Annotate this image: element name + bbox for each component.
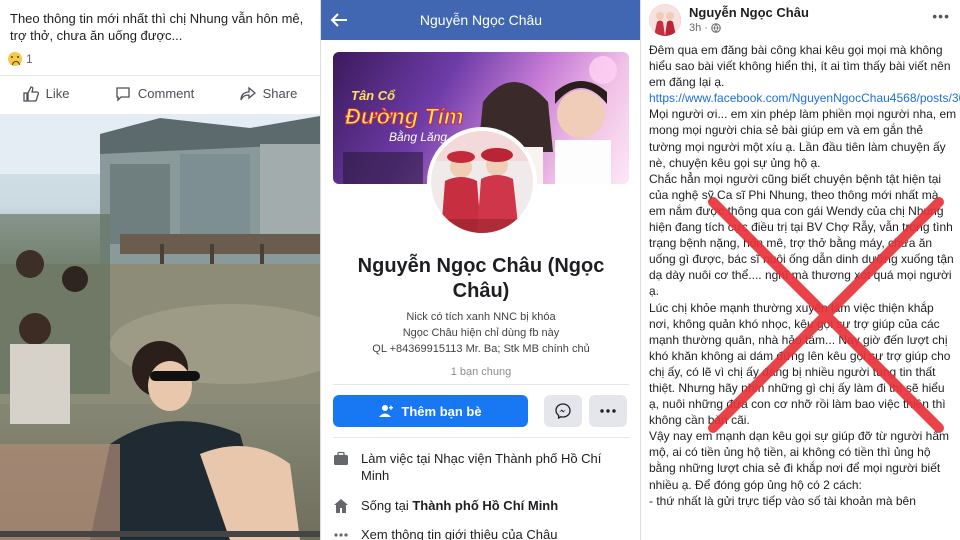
cover-title-line2: Đường Tím	[344, 104, 464, 130]
post-paragraph: Lúc chị khỏe mạnh thường xuyên làm việc …	[649, 300, 951, 428]
ellipsis-icon	[600, 409, 616, 413]
post-photo[interactable]	[0, 114, 320, 540]
comment-icon	[116, 86, 130, 102]
crossed-post-panel: Nguyễn Ngọc Châu 3h · ••• Đêm qua em đăn…	[640, 0, 960, 540]
cover-title-line3: Bằng Lăng	[389, 130, 448, 144]
more-options-button[interactable]	[589, 395, 627, 427]
author-avatar[interactable]	[649, 4, 681, 36]
comment-label: Comment	[137, 86, 195, 101]
post-paragraph: Đêm qua em đăng bài công khai kêu gọi mọ…	[649, 43, 951, 90]
about-label: Xem thông tin giới thiệu của Châu	[361, 527, 558, 540]
work-prefix: Làm việc tại	[361, 451, 434, 466]
profile-name: Nguyễn Ngọc Châu (Ngọc Châu)	[357, 255, 605, 302]
add-friend-icon	[379, 405, 394, 417]
profile-bio: Nick có tích xanh NNC bị khóa Ngọc Châu …	[341, 309, 621, 357]
post-link[interactable]: https://www.facebook.com/NguyenNgocChau4…	[649, 90, 960, 106]
post-timestamp[interactable]: 3h ·	[689, 22, 721, 34]
top-bar-title: Nguyễn Ngọc Châu	[419, 12, 543, 28]
profile-avatar[interactable]	[427, 127, 537, 237]
live-place[interactable]: Thành phố Hồ Chí Minh	[412, 498, 558, 513]
globe-icon	[711, 23, 721, 33]
post-time: 3h	[689, 22, 702, 34]
comment-button[interactable]: Comment	[115, 86, 194, 102]
add-friend-label: Thêm bạn bè	[401, 403, 482, 419]
messenger-icon	[555, 403, 571, 419]
cover-title-line1: Tân Cổ	[351, 88, 396, 103]
post-paragraph: Mọi người ơi... em xin phép làm phiền mọ…	[649, 107, 957, 170]
like-label: Like	[45, 86, 70, 101]
post-actions: Like Comment Share	[0, 75, 320, 111]
post-menu-icon[interactable]: •••	[932, 8, 950, 24]
like-button[interactable]: Like	[23, 85, 70, 102]
briefcase-icon	[334, 451, 348, 465]
home-icon	[334, 499, 348, 513]
live-prefix: Sống tại	[361, 498, 413, 513]
profile-panel: Nguyễn Ngọc Châu Tân Cổ Đường Tím Bằng L…	[320, 0, 640, 540]
about-info-link[interactable]: Xem thông tin giới thiệu của Châu	[333, 526, 629, 540]
message-button[interactable]	[544, 395, 582, 427]
divider	[333, 384, 629, 385]
left-post-panel: Theo thông tin mới nhất thì chị Nhung vẫ…	[0, 0, 320, 540]
post-paragraph: Vậy nay em mạnh dạn kêu gọi sự giúp đỡ t…	[649, 429, 949, 492]
post-paragraph: - thứ nhất là gửi trực tiếp vào số tài k…	[649, 493, 916, 508]
sad-reaction-icon	[8, 52, 22, 66]
thumbs-up-icon	[23, 85, 39, 102]
post-body: Đêm qua em đăng bài công khai kêu gọi mọ…	[649, 42, 960, 509]
river-boat-scene	[0, 114, 320, 540]
work-info: Làm việc tại Nhạc viện Thành phố Hồ Chí …	[333, 450, 629, 484]
more-dots-icon	[334, 533, 348, 537]
location-info: Sống tại Thành phố Hồ Chí Minh	[333, 497, 629, 514]
author-name[interactable]: Nguyễn Ngọc Châu	[689, 5, 809, 20]
mutual-friends[interactable]: 1 bạn chung	[341, 366, 621, 378]
bio-line: Ngọc Châu hiện chỉ dùng fb này	[402, 327, 560, 339]
divider	[333, 437, 629, 438]
post-paragraph: Chắc hẳn mọi người cũng biết chuyện bệnh…	[649, 171, 954, 299]
reaction-count: 1	[26, 52, 33, 66]
add-friend-button[interactable]: Thêm bạn bè	[333, 395, 528, 427]
author-avatar-artwork	[649, 4, 681, 36]
post-text: Theo thông tin mới nhất thì chị Nhung vẫ…	[10, 11, 304, 43]
bio-line: Nick có tích xanh NNC bị khóa	[406, 311, 556, 323]
share-label: Share	[262, 86, 298, 101]
reaction-summary[interactable]: 1	[8, 52, 33, 66]
share-icon	[239, 86, 256, 100]
avatar-artwork	[431, 131, 533, 233]
bio-line: QL +84369915113 Mr. Ba; Stk MB chính chủ	[372, 343, 590, 355]
screenshot-collage: Theo thông tin mới nhất thì chị Nhung vẫ…	[0, 0, 960, 540]
share-button[interactable]: Share	[239, 86, 298, 102]
top-navigation-bar: Nguyễn Ngọc Châu	[321, 0, 640, 40]
